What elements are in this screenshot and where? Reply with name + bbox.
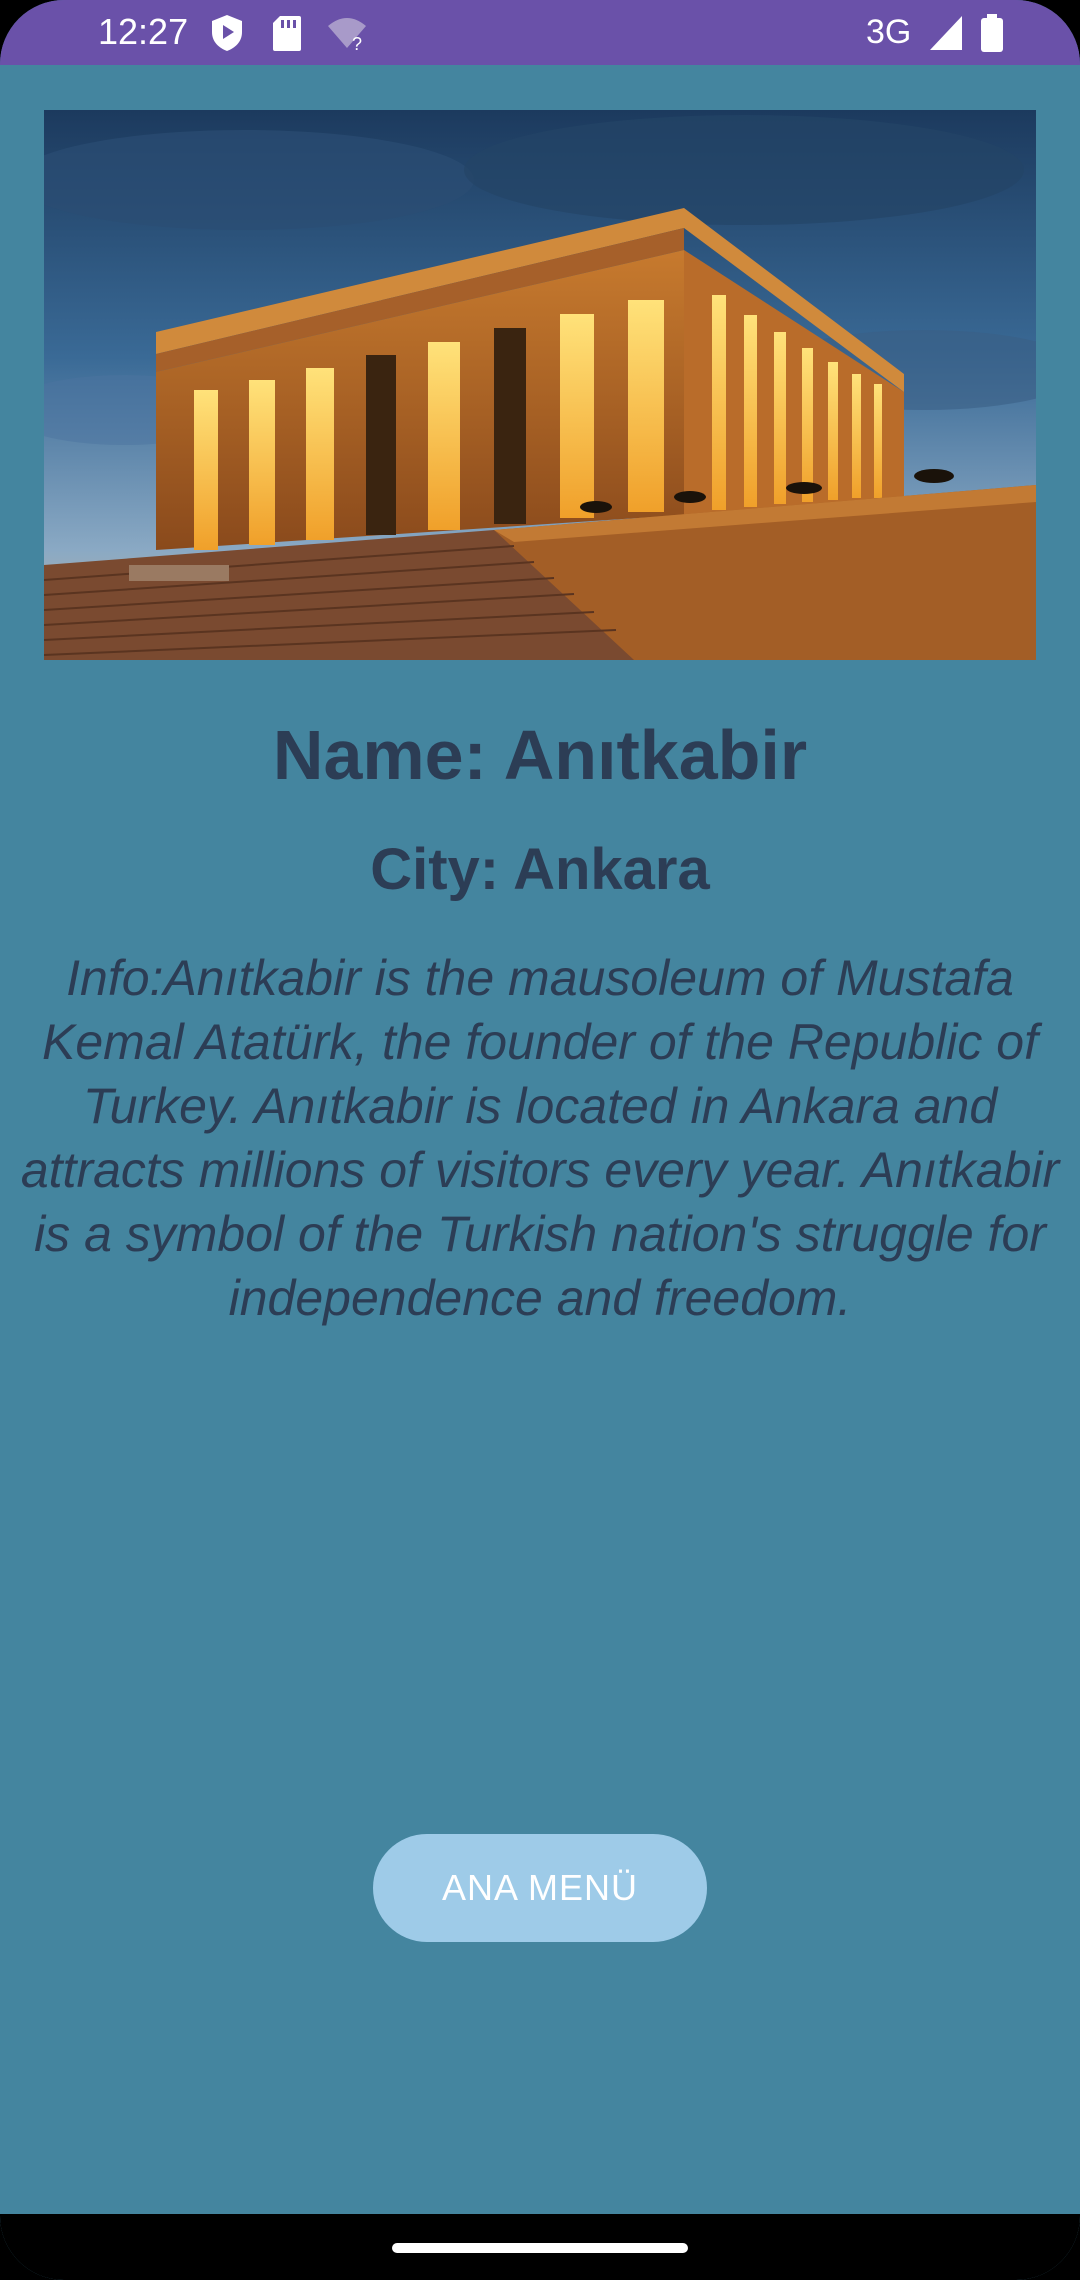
- navigation-bar: [0, 2214, 1080, 2280]
- place-name: Name: Anıtkabir: [272, 716, 808, 794]
- hero-image: [44, 110, 1036, 660]
- main-menu-button[interactable]: ANA MENÜ: [373, 1834, 707, 1942]
- anitkabir-photo: [44, 110, 1036, 660]
- sd-card-icon: [273, 16, 301, 51]
- wifi-question-icon: ?: [328, 18, 366, 52]
- play-shield-icon: [212, 15, 242, 51]
- svg-text:?: ?: [352, 34, 362, 52]
- place-info: Info:Anıtkabir is the mausoleum of Musta…: [20, 950, 1060, 1326]
- battery-icon: [981, 14, 1003, 52]
- status-bar: 12:27 ? 3G: [0, 0, 1080, 65]
- place-city: City: Ankara: [370, 837, 710, 902]
- network-type: 3G: [866, 13, 912, 51]
- status-time: 12:27: [98, 11, 189, 52]
- signal-icon: [930, 16, 962, 50]
- home-gesture-handle[interactable]: [392, 2243, 688, 2253]
- app-screen: 12:27 ? 3G Name: Anıtkabir City: Ankara …: [0, 0, 1080, 2280]
